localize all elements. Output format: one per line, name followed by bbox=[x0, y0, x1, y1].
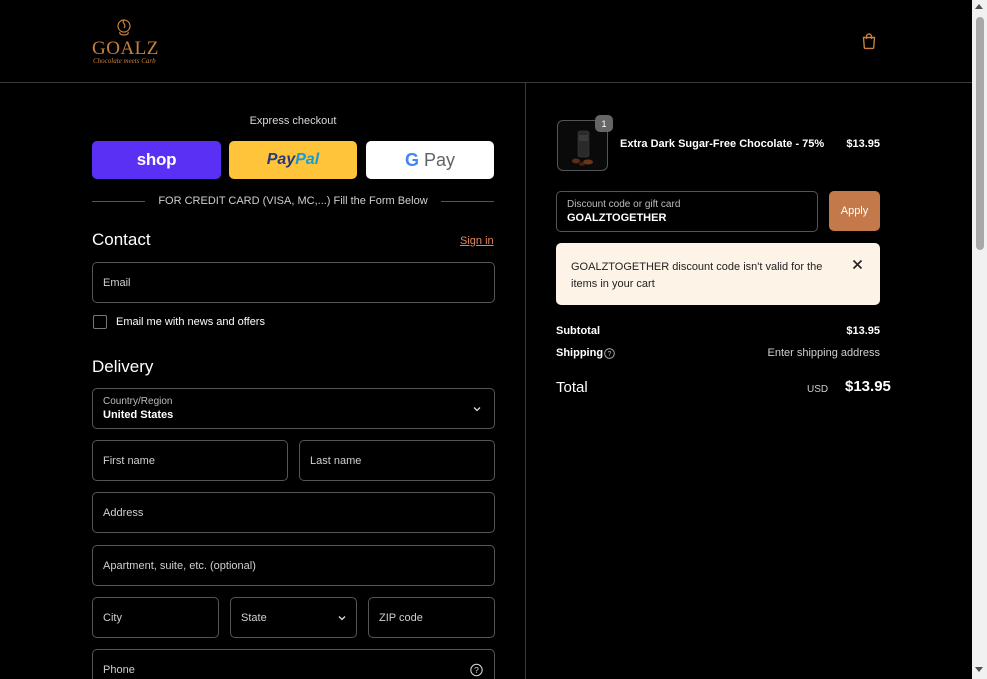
close-icon[interactable] bbox=[852, 259, 863, 270]
phone-field[interactable]: Phone ? bbox=[92, 649, 495, 679]
paypal-label-part1: Pay bbox=[266, 151, 296, 168]
discount-code-value: GOALZTOGETHER bbox=[567, 212, 667, 224]
question-circle-icon[interactable]: ? bbox=[604, 348, 615, 359]
last-name-placeholder: Last name bbox=[310, 454, 362, 467]
paypal-button[interactable]: PayPal bbox=[229, 141, 357, 179]
sign-in-link[interactable]: Sign in bbox=[460, 235, 494, 247]
city-placeholder: City bbox=[103, 611, 122, 624]
apartment-field[interactable]: Apartment, suite, etc. (optional) bbox=[92, 545, 495, 586]
product-price: $13.95 bbox=[846, 138, 880, 150]
discount-error-text: GOALZTOGETHER discount code isn't valid … bbox=[571, 261, 823, 290]
state-select[interactable]: State bbox=[230, 597, 357, 638]
google-g-mark: G bbox=[404, 149, 419, 170]
question-circle-icon[interactable]: ? bbox=[470, 663, 483, 676]
city-field[interactable]: City bbox=[92, 597, 219, 638]
apply-discount-button[interactable]: Apply bbox=[829, 191, 880, 231]
shop-pay-label: shop bbox=[136, 150, 177, 169]
country-select[interactable]: Country/Region United States bbox=[92, 388, 495, 429]
newsletter-label: Email me with news and offers bbox=[116, 316, 265, 328]
total-currency: USD bbox=[807, 384, 829, 395]
discount-code-label: Discount code or gift card bbox=[567, 199, 681, 210]
quantity-badge: 1 bbox=[595, 115, 613, 132]
total-label: Total bbox=[556, 379, 588, 396]
shopping-bag-icon[interactable] bbox=[860, 32, 878, 50]
contact-title: Contact bbox=[92, 230, 151, 249]
scroll-down-arrow-icon[interactable] bbox=[975, 667, 983, 672]
column-divider bbox=[525, 83, 526, 679]
zip-code-placeholder: ZIP code bbox=[379, 611, 423, 624]
country-label: Country/Region bbox=[103, 396, 173, 407]
first-name-field[interactable]: First name bbox=[92, 440, 288, 481]
apartment-placeholder: Apartment, suite, etc. (optional) bbox=[103, 559, 256, 572]
newsletter-checkbox[interactable] bbox=[93, 315, 107, 329]
address-placeholder: Address bbox=[103, 506, 144, 519]
email-placeholder: Email bbox=[103, 276, 131, 289]
svg-text:?: ? bbox=[608, 351, 612, 358]
brand-tagline: Chocolate meets Carb bbox=[93, 57, 156, 65]
paypal-label: PayPal bbox=[267, 151, 319, 169]
card-divider-text: FOR CREDIT CARD (VISA, MC,...) Fill the … bbox=[158, 195, 428, 207]
scroll-up-arrow-icon[interactable] bbox=[975, 4, 983, 9]
shipping-label: Shipping bbox=[556, 347, 604, 359]
subtotal-label: Subtotal bbox=[556, 325, 600, 337]
last-name-field[interactable]: Last name bbox=[299, 440, 495, 481]
country-value: United States bbox=[103, 409, 174, 421]
discount-code-field[interactable]: Discount code or gift card GOALZTOGETHER bbox=[556, 191, 818, 232]
google-pay-label: G Pay bbox=[405, 150, 455, 171]
card-divider: FOR CREDIT CARD (VISA, MC,...) Fill the … bbox=[92, 195, 494, 209]
address-field[interactable]: Address bbox=[92, 492, 495, 533]
chevron-down-icon bbox=[473, 406, 481, 411]
product-name: Extra Dark Sugar-Free Chocolate - 75% bbox=[620, 138, 825, 150]
site-header: GOALZ Chocolate meets Carb bbox=[0, 0, 972, 83]
zip-code-field[interactable]: ZIP code bbox=[368, 597, 495, 638]
first-name-placeholder: First name bbox=[103, 454, 155, 467]
discount-error-alert: GOALZTOGETHER discount code isn't valid … bbox=[556, 243, 880, 305]
page-scrollbar[interactable] bbox=[972, 0, 987, 679]
subtotal-value: $13.95 bbox=[846, 325, 880, 337]
total-value: $13.95 bbox=[845, 378, 891, 395]
chevron-down-icon bbox=[338, 615, 346, 620]
google-pay-button[interactable]: G Pay bbox=[366, 141, 494, 179]
paypal-label-part2: Pal bbox=[295, 151, 320, 168]
phone-placeholder: Phone bbox=[103, 663, 135, 676]
delivery-title: Delivery bbox=[92, 357, 154, 376]
google-pay-text: Pay bbox=[418, 149, 456, 170]
scrollbar-thumb[interactable] bbox=[976, 17, 984, 250]
email-field[interactable]: Email bbox=[92, 262, 495, 303]
express-checkout-title: Express checkout bbox=[249, 115, 337, 127]
svg-text:?: ? bbox=[474, 665, 479, 675]
shop-pay-button[interactable]: shop bbox=[92, 141, 221, 179]
state-placeholder: State bbox=[241, 611, 267, 624]
shipping-value: Enter shipping address bbox=[767, 347, 880, 359]
